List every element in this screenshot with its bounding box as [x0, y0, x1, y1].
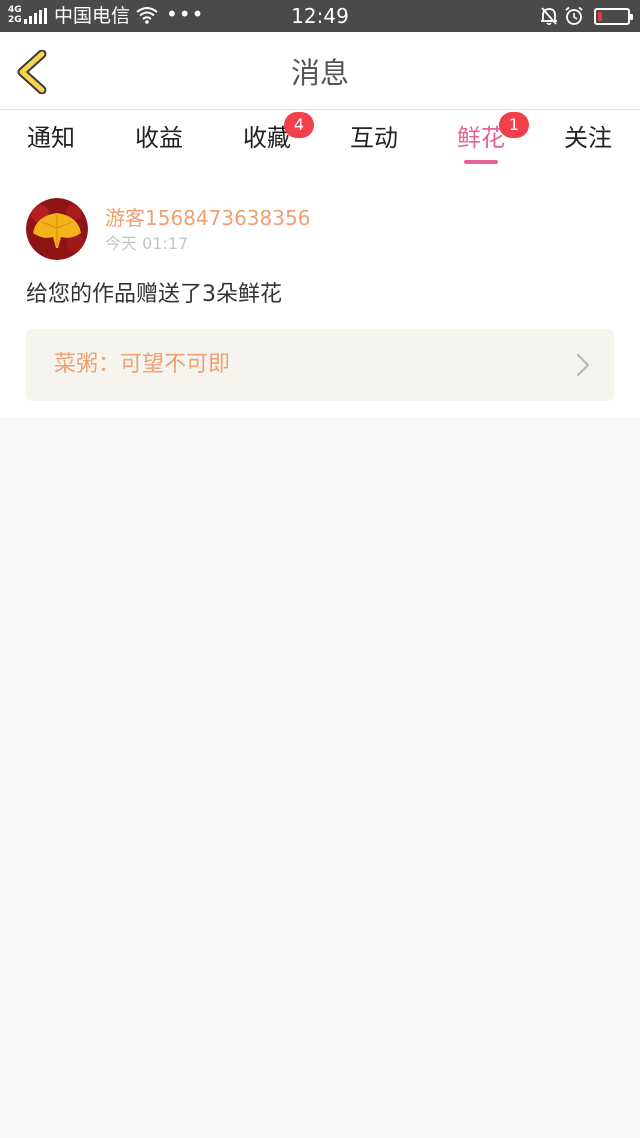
silent-bell-icon — [541, 7, 557, 26]
page-title: 消息 — [290, 56, 349, 90]
unread-badge: 4 — [284, 112, 314, 138]
unread-badge: 1 — [499, 112, 529, 138]
tab-notifications[interactable]: 通知 — [6, 124, 96, 152]
active-tab-indicator — [464, 160, 498, 164]
message-timestamp: 今天 01:17 — [105, 234, 189, 253]
chevron-right-icon — [576, 353, 590, 377]
message-tabs: 通知 收益 收藏 4 互动 鲜花 1 关注 — [0, 110, 640, 168]
message-card: 游客1568473638356 今天 01:17 给您的作品赠送了3朵鲜花 菜粥… — [0, 168, 640, 418]
tab-label: 通知 — [27, 124, 75, 152]
sender-username[interactable]: 游客1568473638356 — [105, 206, 310, 230]
battery-icon — [594, 8, 633, 25]
message-text: 给您的作品赠送了3朵鲜花 — [26, 282, 282, 307]
tab-interactions[interactable]: 互动 — [329, 124, 419, 152]
tab-label: 收益 — [135, 124, 183, 152]
tab-earnings[interactable]: 收益 — [114, 124, 204, 152]
status-bar: 4G 2G 中国电信 ••• 12:49 — [0, 0, 640, 32]
tab-favorites[interactable]: 收藏 4 — [222, 112, 314, 152]
tab-label: 鲜花 — [457, 124, 505, 152]
work-link[interactable]: 菜粥：可望不可即 — [26, 329, 614, 401]
tab-following[interactable]: 关注 — [543, 124, 633, 152]
work-title: 菜粥：可望不可即 — [54, 352, 231, 377]
tab-label: 互动 — [350, 124, 398, 152]
alarm-icon — [565, 6, 583, 25]
tab-label: 关注 — [564, 124, 612, 152]
tab-flowers[interactable]: 鲜花 1 — [436, 112, 529, 152]
avatar[interactable] — [26, 198, 88, 260]
app-header: 消息 — [0, 32, 640, 110]
